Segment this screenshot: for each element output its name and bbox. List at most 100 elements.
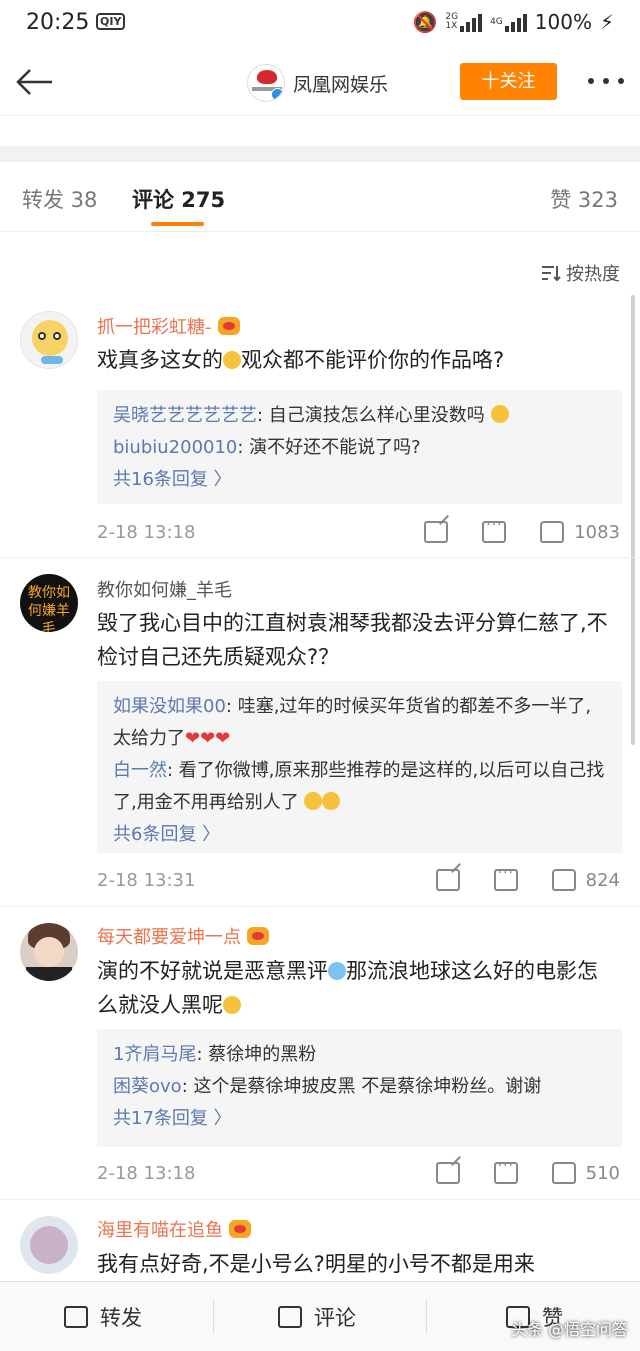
comment-item: 每天都要爱坤一点 演的不好就说是恶意黑评 那流浪地球这么好的电影怎么就没人黑呢 1…	[0, 907, 640, 1200]
comment-text-part: 戏真多这女的	[97, 348, 223, 372]
network-type-1x: 1X	[445, 21, 458, 31]
iqiyi-icon: QIY	[96, 13, 126, 30]
comment-text: 戏真多这女的 观众都不能评价你的作品咯?	[97, 343, 617, 377]
ifeng-logo-icon	[257, 70, 277, 84]
like-count: 1083	[574, 521, 620, 543]
network-type-4g: 4G	[490, 16, 503, 27]
comment-username[interactable]: 海里有喵在追鱼	[97, 1216, 251, 1242]
smile-face-icon	[223, 996, 241, 1014]
username-text: 抓一把彩虹糖-	[97, 317, 212, 338]
like-button[interactable]: 824	[551, 869, 620, 891]
charging-icon: ⚡	[599, 10, 614, 34]
repost-button[interactable]: 转发	[64, 1302, 142, 1332]
share-icon[interactable]	[435, 869, 460, 891]
avatar-text: 教你如何嫌羊毛	[28, 585, 70, 632]
like-button[interactable]: 510	[551, 1162, 620, 1184]
comment-username[interactable]: 教你如何嫌_羊毛	[97, 576, 232, 602]
repost-label: 转发	[100, 1306, 142, 1330]
reply-text: : 自己演技怎么样心里没数吗	[257, 405, 485, 426]
upside-down-face-icon	[223, 351, 241, 369]
comment-username[interactable]: 每天都要爱坤一点	[97, 923, 269, 949]
reply-item: biubiu200010: 演不好还不能说了吗?	[113, 432, 606, 464]
comment-time: 2-18 13:18	[97, 1163, 196, 1184]
status-bar: 20:25 QIY 🔕 2G 1X 4G 100% ⚡	[0, 0, 640, 48]
reply-icon[interactable]	[493, 865, 518, 891]
signal-2g-icon: 2G 1X	[445, 12, 483, 32]
avatar[interactable]: 教你如何嫌羊毛	[20, 574, 78, 632]
top-nav: 凤凰网娱乐 十关注	[0, 48, 640, 116]
comment-item: 教你如何嫌羊毛 教你如何嫌_羊毛 毁了我心目中的江直树袁湘琴我都没去评分算仁慈了…	[0, 558, 640, 907]
cat-face-icon	[490, 405, 509, 423]
fan-badge-icon	[217, 317, 240, 335]
sort-label: 按热度	[566, 264, 620, 285]
reply-item: 如果没如果00: 哇塞,过年的时候买年货省的都差不多一半了,太给力了❤❤❤	[113, 691, 606, 755]
share-icon[interactable]	[424, 521, 449, 543]
section-divider	[0, 146, 640, 162]
reply-username[interactable]: 白一然	[113, 760, 167, 781]
account-name[interactable]: 凤凰网娱乐	[293, 70, 388, 97]
comment-button[interactable]: 评论	[278, 1302, 356, 1332]
tab-like[interactable]: 赞 323	[550, 184, 618, 214]
comment-username[interactable]: 抓一把彩虹糖-	[97, 313, 240, 339]
active-tab-indicator	[151, 222, 204, 226]
more-replies-link[interactable]: 共6条回复 〉	[113, 819, 606, 851]
reply-username[interactable]: biubiu200010	[113, 437, 237, 458]
status-indicators: 🔕 2G 1X 4G 100% ⚡	[412, 10, 614, 34]
comment-text: 毁了我心目中的江直树袁湘琴我都没去评分算仁慈了,不检讨自己还先质疑观众?？	[97, 611, 608, 669]
back-arrow-icon[interactable]	[14, 62, 54, 102]
comment-text-part: 演的不好就说是恶意黑评	[97, 959, 328, 983]
sort-by-hot-button[interactable]: 按热度	[540, 260, 620, 286]
account-avatar[interactable]	[247, 64, 285, 102]
comment-item: 抓一把彩虹糖- 戏真多这女的 观众都不能评价你的作品咯? 吴晓艺艺艺艺艺艺: 自己…	[0, 295, 640, 558]
thumbs-up-icon	[540, 521, 565, 543]
follow-button[interactable]: 十关注	[460, 63, 557, 100]
tab-comment[interactable]: 评论 275	[132, 184, 225, 214]
avatar[interactable]	[20, 1216, 78, 1274]
reply-icon[interactable]	[482, 517, 507, 543]
reply-item: 困葵ovo: 这个是蔡徐坤披皮黑 不是蔡徐坤粉丝。谢谢	[113, 1071, 606, 1103]
battery-percent: 100%	[534, 10, 592, 34]
comment-label: 评论	[314, 1306, 356, 1330]
reply-text: : 演不好还不能说了吗?	[237, 437, 421, 458]
reply-text: : 这个是蔡徐坤披皮黑 不是蔡徐坤粉丝。谢谢	[181, 1076, 542, 1097]
verified-badge-icon	[271, 88, 284, 101]
username-text: 海里有喵在追鱼	[97, 1220, 223, 1241]
reply-text: : 看了你微博,原来那些推荐的是这样的,以后可以自己找了,用金不用再给别人了	[113, 760, 605, 813]
like-button[interactable]: 1083	[540, 521, 620, 543]
reply-icon[interactable]	[493, 1158, 518, 1184]
reply-item: 1齐肩马尾: 蔡徐坤的黑粉	[113, 1039, 606, 1071]
sort-icon	[542, 266, 561, 282]
more-replies-link[interactable]: 共16条回复 〉	[113, 464, 606, 496]
avatar[interactable]	[20, 311, 78, 369]
more-replies-link[interactable]: 共17条回复 〉	[113, 1103, 606, 1135]
share-icon[interactable]	[435, 1162, 460, 1184]
reply-username[interactable]: 困葵ovo	[113, 1076, 182, 1097]
watermark: 头条 @悟空问答	[510, 1320, 628, 1339]
reply-item: 白一然: 看了你微博,原来那些推荐的是这样的,以后可以自己找了,用金不用再给别人…	[113, 755, 606, 819]
thumbs-up-icon	[551, 1162, 576, 1184]
tab-repost[interactable]: 转发 38	[22, 184, 97, 214]
reply-username[interactable]: 如果没如果00	[113, 696, 226, 717]
comment-item: 海里有喵在追鱼 我有点好奇,不是小号么?明星的小号不都是用来	[0, 1200, 640, 1281]
reply-username[interactable]: 1齐肩马尾	[113, 1044, 196, 1065]
avatar[interactable]	[20, 923, 78, 981]
reply-box[interactable]: 吴晓艺艺艺艺艺艺: 自己演技怎么样心里没数吗 biubiu200010: 演不好…	[97, 390, 622, 504]
like-count: 510	[585, 1162, 620, 1184]
mute-icon: 🔕	[412, 10, 438, 34]
reply-text: : 蔡徐坤的黑粉	[196, 1044, 317, 1065]
username-text: 每天都要爱坤一点	[97, 927, 241, 948]
comment-actions: 824	[435, 865, 620, 891]
heart-icons: ❤❤❤	[185, 728, 231, 749]
kiss-face-icon	[322, 792, 341, 810]
comment-text: 我有点好奇,不是小号么?明星的小号不都是用来	[97, 1252, 535, 1276]
comment-time: 2-18 13:31	[97, 870, 196, 891]
interaction-tabs: 转发 38 评论 275 赞 323	[0, 162, 640, 232]
comment-actions: 1083	[424, 517, 620, 543]
reply-username[interactable]: 吴晓艺艺艺艺艺艺	[113, 405, 257, 426]
reply-box[interactable]: 1齐肩马尾: 蔡徐坤的黑粉 困葵ovo: 这个是蔡徐坤披皮黑 不是蔡徐坤粉丝。谢…	[97, 1029, 622, 1147]
reply-box[interactable]: 如果没如果00: 哇塞,过年的时候买年货省的都差不多一半了,太给力了❤❤❤ 白一…	[97, 681, 622, 853]
more-options-icon[interactable]	[588, 78, 624, 84]
kiss-face-icon	[304, 792, 323, 810]
like-count: 824	[585, 869, 620, 891]
fan-badge-icon	[229, 1220, 251, 1238]
